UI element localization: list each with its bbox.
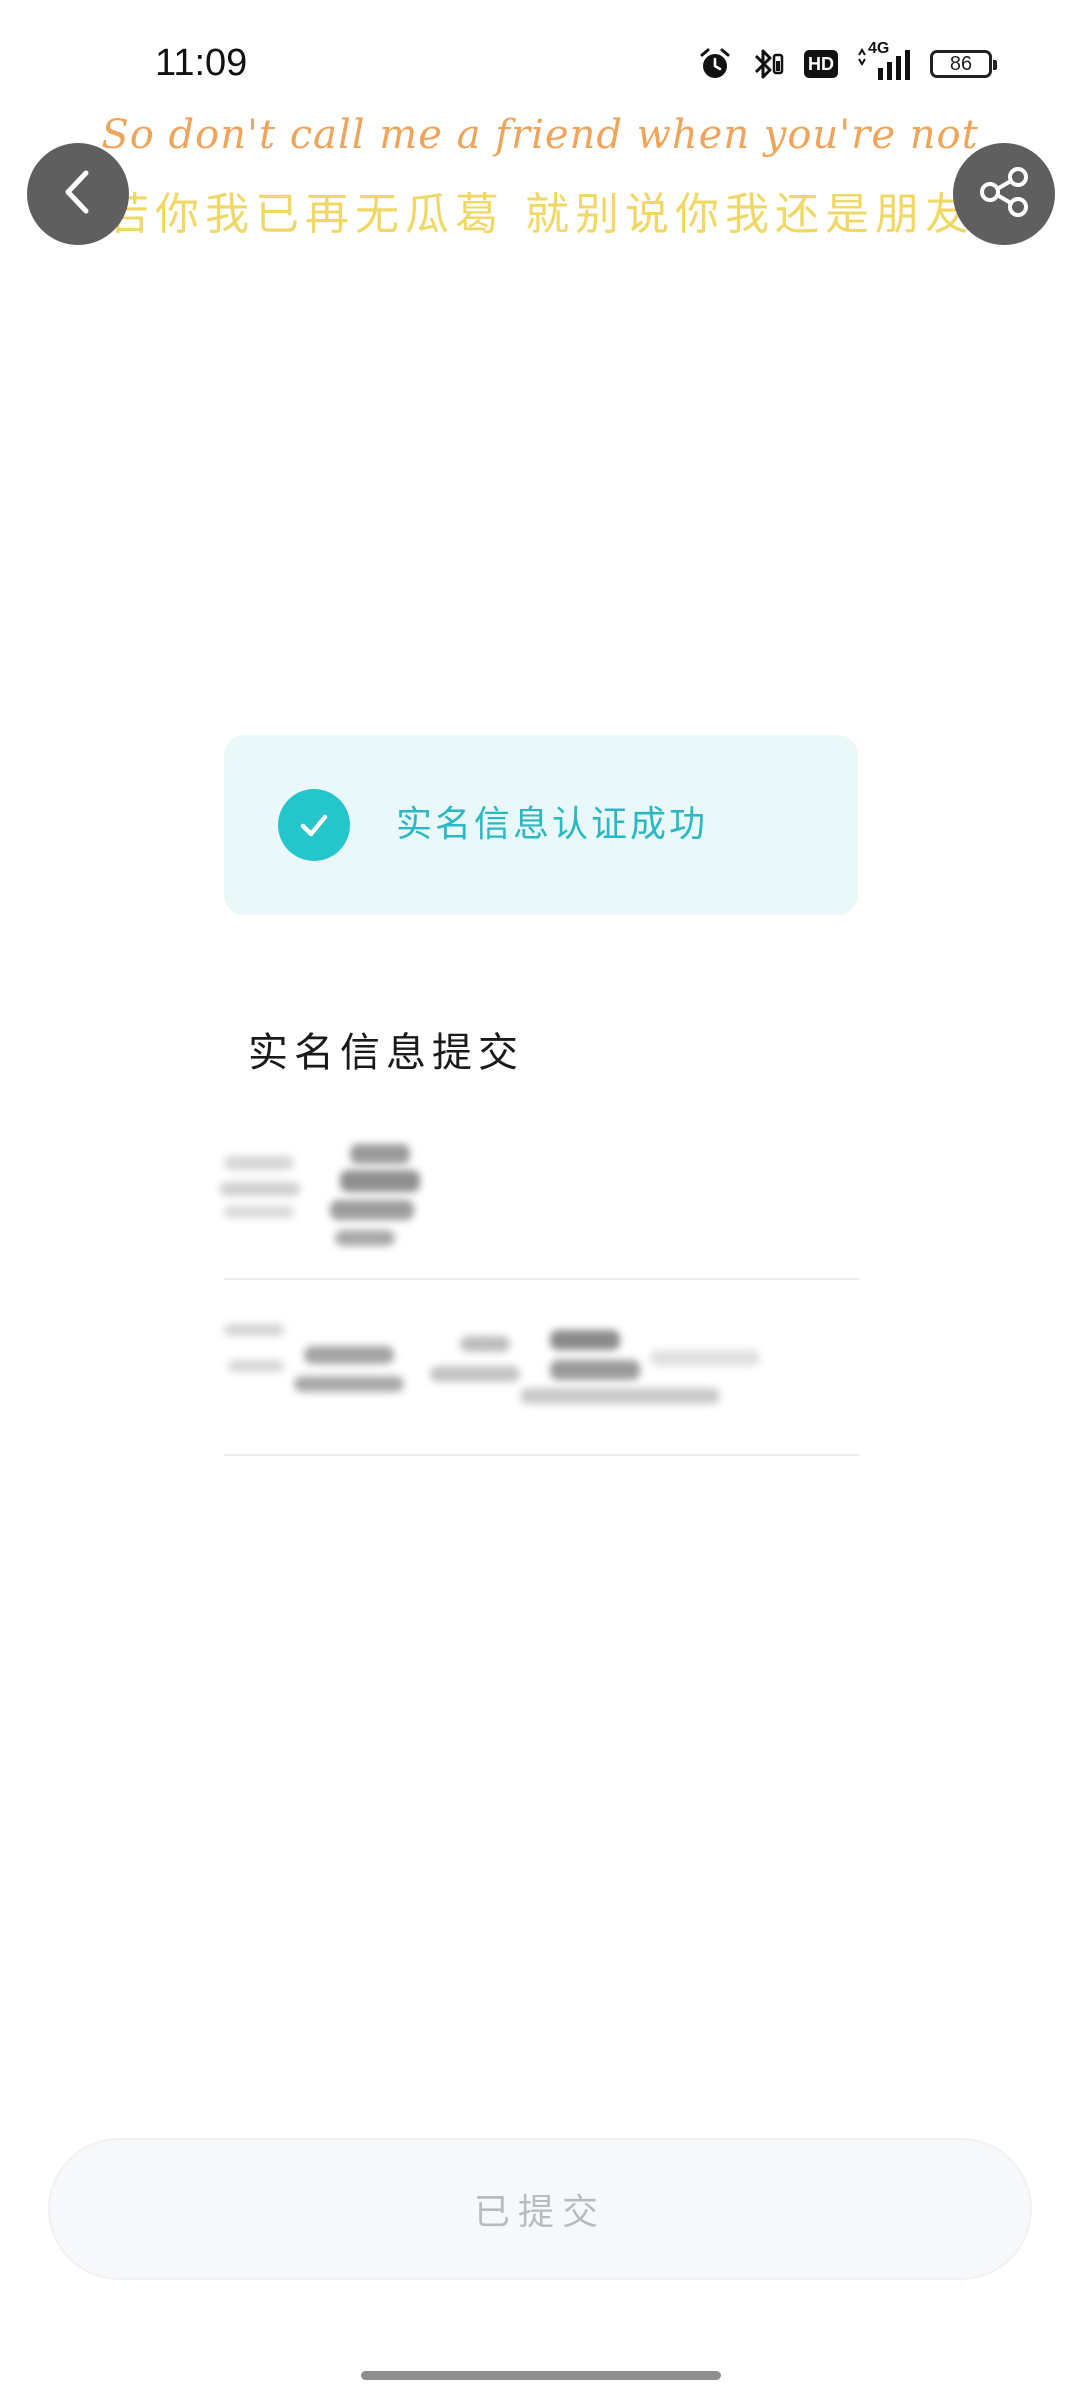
chevron-left-icon bbox=[56, 167, 100, 221]
submitted-info-redacted bbox=[220, 1120, 860, 1460]
section-title: 实名信息提交 bbox=[248, 1030, 524, 1076]
info-row-name bbox=[220, 1120, 860, 1280]
bluetooth-icon bbox=[750, 47, 786, 81]
share-icon bbox=[976, 164, 1032, 224]
battery-icon: 86 bbox=[930, 50, 997, 78]
status-time: 11:09 bbox=[155, 42, 248, 84]
alarm-icon bbox=[698, 47, 732, 81]
network-label: 4G bbox=[868, 40, 890, 57]
success-message: 实名信息认证成功 bbox=[396, 804, 709, 845]
check-circle-icon bbox=[278, 789, 350, 861]
lyric-english: So don't call me a friend when you're no… bbox=[101, 112, 979, 158]
status-bar: 11:09 HD 4G 86 bbox=[0, 0, 1080, 130]
back-button[interactable] bbox=[27, 143, 129, 245]
verification-success-banner: 实名信息认证成功 bbox=[224, 735, 858, 915]
info-row-id bbox=[220, 1280, 860, 1450]
submitted-button[interactable]: 已提交 bbox=[48, 2138, 1032, 2280]
status-icons: HD 4G 86 bbox=[698, 40, 997, 82]
share-button[interactable] bbox=[953, 143, 1055, 245]
home-indicator[interactable] bbox=[361, 2371, 721, 2380]
signal-icon: 4G bbox=[856, 40, 912, 82]
hd-icon: HD bbox=[804, 50, 838, 78]
lyric-chinese: 若你我已再无瓜葛 就别说你我还是朋友 bbox=[105, 189, 975, 240]
info-divider bbox=[224, 1454, 860, 1456]
